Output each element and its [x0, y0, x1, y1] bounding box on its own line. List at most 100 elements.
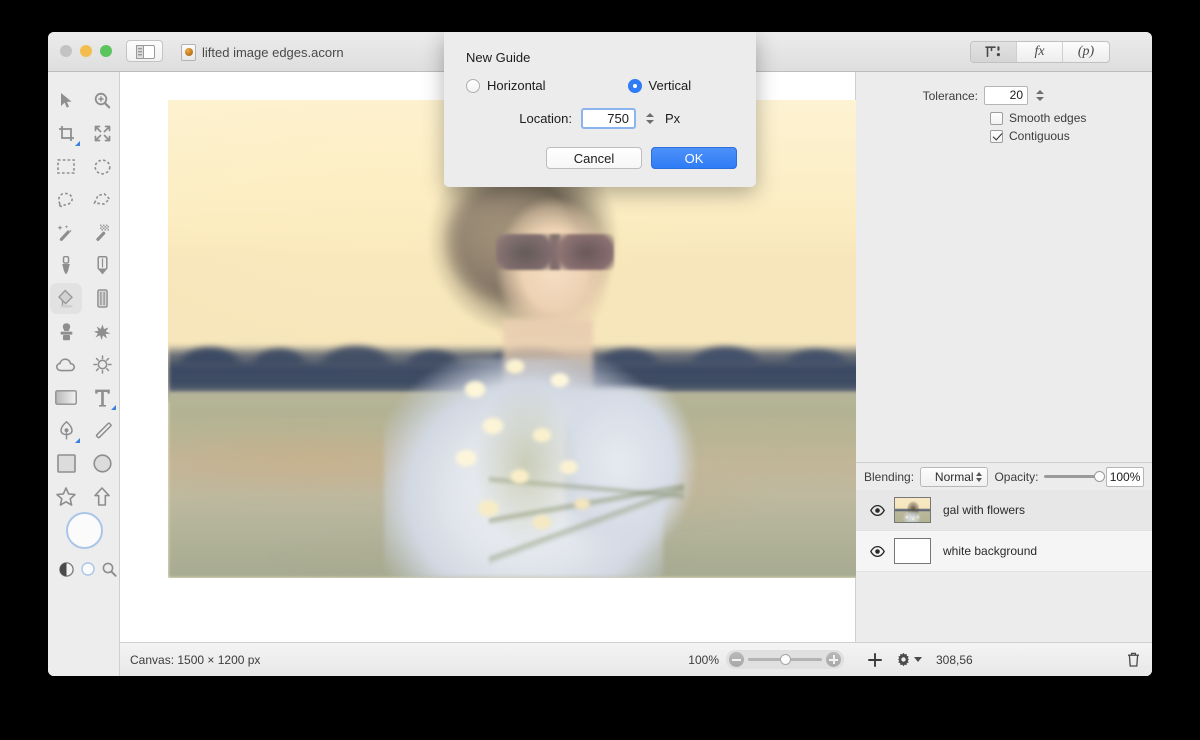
document-title: lifted image edges.acorn — [202, 44, 344, 60]
tool-options-segment[interactable] — [971, 42, 1017, 62]
crop-tool[interactable] — [48, 117, 84, 150]
default-colors-button[interactable] — [77, 557, 98, 581]
layer-actions-menu[interactable] — [896, 652, 922, 667]
lasso-tool[interactable] — [48, 183, 84, 216]
zoom-slider[interactable] — [748, 654, 822, 665]
clone-stamp-tool[interactable] — [48, 315, 84, 348]
layer-thumbnail — [894, 538, 931, 564]
layer-visibility-toggle[interactable] — [870, 504, 894, 516]
delete-layer-button[interactable] — [1127, 652, 1140, 667]
fx-label: fx — [1034, 44, 1045, 59]
foreground-color-well[interactable] — [66, 512, 103, 549]
move-arrows-icon — [94, 125, 110, 142]
rect-select-tool[interactable] — [48, 150, 84, 183]
tool-submenu-indicator[interactable] — [75, 438, 80, 443]
tool-submenu-indicator[interactable] — [75, 141, 80, 146]
smudge-tool[interactable] — [84, 315, 120, 348]
ellipse-select-tool[interactable] — [84, 150, 120, 183]
dodge-tool[interactable] — [84, 348, 120, 381]
palette-bottom-controls — [48, 557, 120, 581]
radio-horizontal[interactable]: Horizontal — [466, 78, 546, 93]
sidebar-toggle-button[interactable] — [126, 40, 163, 62]
opacity-label: Opacity: — [994, 469, 1039, 484]
blending-mode-select[interactable]: Normal — [920, 466, 989, 487]
tolerance-stepper[interactable] — [1033, 86, 1046, 105]
canvas-size-label: Canvas: 1500 × 1200 px — [130, 652, 261, 667]
crop-icon — [58, 126, 74, 141]
tool-row — [48, 150, 120, 183]
contiguous-label: Contiguous — [1009, 129, 1070, 143]
zoom-slider-knob[interactable] — [780, 654, 791, 665]
brush-tool[interactable] — [48, 249, 84, 282]
polygon-lasso-tool[interactable] — [84, 183, 120, 216]
stepper-up-icon[interactable] — [645, 113, 654, 117]
layer-row-white-background[interactable]: white background — [856, 531, 1152, 572]
document-title-group[interactable]: lifted image edges.acorn — [181, 32, 344, 72]
zoom-in-icon[interactable] — [826, 652, 841, 667]
close-window-button[interactable] — [60, 45, 72, 57]
lasso-icon — [58, 192, 73, 208]
eraser-tool[interactable] — [84, 282, 120, 315]
blur-tool[interactable] — [48, 348, 84, 381]
zoom-tool[interactable] — [84, 84, 120, 117]
tool-row — [48, 447, 120, 480]
maximize-window-button[interactable] — [100, 45, 112, 57]
ok-button[interactable]: OK — [651, 147, 737, 169]
filters-segment[interactable]: fx — [1017, 42, 1063, 62]
magic-wand-tool[interactable] — [48, 216, 84, 249]
bezier-pen-tool[interactable] — [48, 414, 84, 447]
sidebar-toggle-icon — [136, 45, 155, 59]
stepper-down-icon[interactable] — [1035, 97, 1044, 101]
dialog-title: New Guide — [466, 50, 531, 65]
location-stepper[interactable] — [643, 108, 656, 129]
rectangle-shape-tool[interactable] — [48, 447, 84, 480]
text-tool[interactable] — [84, 381, 120, 414]
add-layer-button[interactable] — [868, 652, 882, 667]
layers-footer: 308,56 — [856, 642, 1152, 676]
swap-colors-button[interactable] — [56, 557, 77, 581]
ellipse-shape-tool[interactable] — [84, 447, 120, 480]
pencil-tool[interactable] — [84, 249, 120, 282]
opacity-slider[interactable] — [1044, 471, 1106, 482]
radio-vertical[interactable]: Vertical — [627, 78, 691, 93]
radio-vertical-indicator[interactable] — [627, 78, 642, 93]
opacity-input[interactable]: 100% — [1106, 466, 1144, 487]
smooth-edges-checkbox[interactable] — [990, 111, 1003, 125]
transform-tool[interactable] — [84, 117, 120, 150]
cancel-button[interactable]: Cancel — [546, 147, 642, 169]
brush-icon — [62, 256, 70, 275]
paint-bucket-tool[interactable] — [48, 282, 84, 315]
location-input[interactable]: 750 — [581, 108, 636, 129]
eraser-icon — [96, 289, 108, 308]
zoom-out-icon[interactable] — [729, 652, 744, 667]
layer-thumbnail — [894, 497, 931, 523]
small-circle-icon — [81, 562, 95, 576]
layer-visibility-toggle[interactable] — [870, 545, 894, 557]
contiguous-row[interactable]: Contiguous — [990, 129, 1152, 143]
star-shape-tool[interactable] — [48, 480, 84, 513]
palettes-segment[interactable]: (p) — [1063, 42, 1109, 62]
blending-value: Normal — [934, 469, 974, 484]
stepper-up-icon[interactable] — [1035, 90, 1044, 94]
zoom-slider-group[interactable] — [726, 650, 844, 669]
ellipse-marquee-icon — [93, 158, 111, 175]
clone-stamp-icon — [60, 323, 72, 341]
line-tool[interactable] — [84, 414, 120, 447]
arrow-shape-tool[interactable] — [84, 480, 120, 513]
tool-submenu-indicator[interactable] — [111, 405, 116, 410]
instant-alpha-tool[interactable] — [84, 216, 120, 249]
minimize-window-button[interactable] — [80, 45, 92, 57]
contiguous-checkbox[interactable] — [990, 129, 1003, 143]
smooth-edges-row[interactable]: Smooth edges — [990, 111, 1152, 125]
opacity-slider-knob[interactable] — [1094, 471, 1106, 482]
layer-row-gal-with-flowers[interactable]: gal with flowers — [856, 490, 1152, 531]
acorn-document-icon — [181, 43, 196, 61]
move-tool[interactable] — [48, 84, 84, 117]
tool-options-icon — [985, 46, 1000, 57]
gradient-tool[interactable] — [48, 381, 84, 414]
color-picker-button[interactable] — [99, 557, 120, 581]
inspector-segmented-control[interactable]: fx (p) — [970, 41, 1110, 63]
tolerance-input[interactable]: 20 — [984, 86, 1028, 105]
stepper-down-icon[interactable] — [645, 120, 654, 124]
radio-horizontal-indicator[interactable] — [466, 78, 480, 93]
